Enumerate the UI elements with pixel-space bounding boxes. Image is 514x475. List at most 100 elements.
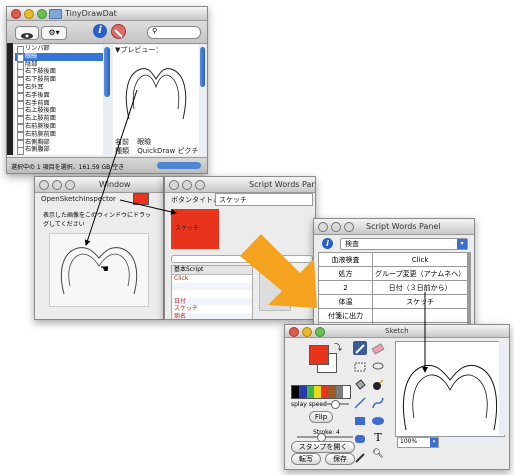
search-input[interactable]: ⚲ <box>147 26 201 39</box>
preview-scrollbar[interactable] <box>199 45 206 155</box>
word-cell-script[interactable]: グループ変更（アナムネへ） <box>371 266 469 281</box>
inspector-zoom-button[interactable] <box>65 180 75 190</box>
word-cell-category[interactable]: 血液検査 <box>318 252 373 267</box>
spray-slider-knob[interactable] <box>331 400 340 409</box>
eyedropper-tool[interactable] <box>353 449 367 463</box>
sketch-zoom-button[interactable] <box>315 327 325 337</box>
word-cell-category[interactable]: 体温 <box>318 294 373 309</box>
sw-back-close-button[interactable] <box>169 180 179 190</box>
inspector-minimize-button[interactable] <box>52 180 62 190</box>
file-list-item[interactable]: 右前腕後面 <box>15 123 103 132</box>
script-list-item[interactable]: スケッチ <box>172 305 252 313</box>
file-list-scrollbar[interactable] <box>103 45 111 155</box>
rectangle-tool[interactable] <box>353 413 367 427</box>
sw-back-zoom-button[interactable] <box>195 180 205 190</box>
file-list-item[interactable]: 右外耳 <box>15 84 103 93</box>
finder-hscroll-thumb[interactable] <box>157 162 201 169</box>
flip-button[interactable]: Flip <box>309 411 333 423</box>
script-list-item[interactable]: 日付 <box>172 297 252 306</box>
file-list-item[interactable]: 右前腕前面 <box>15 131 103 140</box>
line-tool[interactable] <box>353 395 367 409</box>
bucket-tool[interactable] <box>353 377 367 391</box>
file-name: 眼瞼 <box>25 52 38 60</box>
marquee-tool[interactable] <box>353 359 367 373</box>
button-title-input[interactable]: スケッチ <box>215 193 313 206</box>
word-cell-script[interactable] <box>371 308 469 323</box>
script-list-item[interactable]: Click <box>172 275 252 283</box>
close-button[interactable] <box>11 9 21 19</box>
word-cell-spacer <box>469 294 472 309</box>
eraser-tool[interactable] <box>371 341 385 355</box>
sw-front-info-icon[interactable]: i <box>322 238 333 249</box>
stroke-color-swatch[interactable] <box>309 345 329 365</box>
sw-front-zoom-button[interactable] <box>344 222 354 232</box>
no-entry-icon <box>114 29 123 38</box>
script-list-item[interactable] <box>172 290 252 298</box>
preview-scroll-thumb[interactable] <box>200 47 205 87</box>
file-list-item[interactable]: 右手後面 <box>15 92 103 101</box>
flip-label: Flip <box>314 413 328 421</box>
zoom-tool[interactable]: 🔍︎ <box>371 449 385 461</box>
red-sketch-button[interactable]: スケッチ <box>171 209 219 249</box>
lasso-tool[interactable] <box>371 359 385 373</box>
sketch-minimize-button[interactable] <box>302 327 312 337</box>
file-list-item[interactable]: 眼瞼 <box>15 52 103 62</box>
script-list-item[interactable] <box>172 282 252 291</box>
inspector-drop-area[interactable]: ☚ <box>49 233 149 307</box>
sidebar-strip <box>7 43 13 155</box>
script-list-item[interactable]: 病名 <box>172 312 252 319</box>
spray-speed-slider[interactable] <box>323 400 349 409</box>
word-cell-spacer <box>469 280 472 295</box>
oval-tool[interactable] <box>371 413 385 427</box>
inspector-close-button[interactable] <box>39 180 49 190</box>
sw-back-minimize-button[interactable] <box>182 180 192 190</box>
delete-button[interactable] <box>111 24 126 39</box>
bomb-tool[interactable] <box>371 377 385 391</box>
info-button[interactable]: i <box>93 24 107 38</box>
sw-back-hscroll[interactable] <box>171 255 313 263</box>
scriptwords-front-window: Script Words Panel i 検査 ▾ 血液検査 Click 処方 グルー… <box>313 218 475 326</box>
canvas-vscroll[interactable] <box>499 341 505 435</box>
sw-front-minimize-button[interactable] <box>331 222 341 232</box>
stroke-width-slider[interactable] <box>297 433 353 442</box>
file-list-item[interactable]: 右下肢前面 <box>15 76 103 86</box>
action-gear-button[interactable]: ⚙▾ <box>41 26 67 40</box>
word-cell-script[interactable]: 日付（３日前から） <box>371 280 469 295</box>
minimize-button[interactable] <box>24 9 34 19</box>
transfer-button[interactable]: 転写 <box>291 453 321 465</box>
word-grid: 血液検査 Click 処方 グループ変更（アナムネへ） 2 日付（３日前から） 体温 スケッチ… <box>318 252 472 325</box>
file-name: 陰部 <box>25 60 38 68</box>
zoom-select[interactable]: 100% ▾ <box>397 437 439 448</box>
file-list-item[interactable]: 右上肢前面 <box>15 115 103 125</box>
swap-colors-icon[interactable]: ⤵ <box>334 342 342 353</box>
canvas-hscroll[interactable] <box>441 438 501 444</box>
sketch-canvas[interactable] <box>395 341 505 437</box>
word-cell-script[interactable]: Click <box>371 252 469 267</box>
inspector-color-swatch[interactable] <box>133 193 149 205</box>
zoom-button[interactable] <box>37 9 47 19</box>
sketch-close-button[interactable] <box>289 327 299 337</box>
color-palette[interactable] <box>291 385 351 399</box>
text-tool[interactable]: T <box>371 431 385 445</box>
file-list-item[interactable]: 右側腹部 <box>15 146 103 155</box>
word-cell-script[interactable]: スケッチ <box>371 294 469 309</box>
word-grid-row: 体温 スケッチ <box>318 294 472 309</box>
zoom-chevron-icon: ▾ <box>430 438 438 447</box>
word-cell-category[interactable]: 2 <box>318 280 373 295</box>
search-category-select[interactable]: 検査 ▾ <box>340 238 468 250</box>
file-list-scroll-thumb[interactable] <box>104 47 110 97</box>
open-stamp-button[interactable]: スタンプを開く <box>291 441 355 453</box>
gear-icon: ⚙▾ <box>48 28 60 37</box>
file-list-item[interactable]: リンパ節 <box>15 45 103 54</box>
rounded-rect-tool[interactable] <box>353 431 367 445</box>
view-eye-button[interactable] <box>15 26 39 40</box>
pencil-tool[interactable] <box>353 341 367 355</box>
save-button[interactable]: 保存 <box>325 453 355 465</box>
word-cell-category[interactable]: 付箋に出力 <box>318 308 373 323</box>
inspector-description: 表示した画像をこのウィンドウにドラッグしてください <box>43 211 155 229</box>
curve-tool[interactable] <box>371 395 385 409</box>
file-list-item[interactable]: 右上肢後面 <box>15 107 103 117</box>
sw-front-close-button[interactable] <box>318 222 328 232</box>
scriptwords-back-window: Script Words Panel ボタンタイトル スケッチ i スケッチ 基… <box>164 176 316 320</box>
word-cell-category[interactable]: 処方 <box>318 266 373 281</box>
